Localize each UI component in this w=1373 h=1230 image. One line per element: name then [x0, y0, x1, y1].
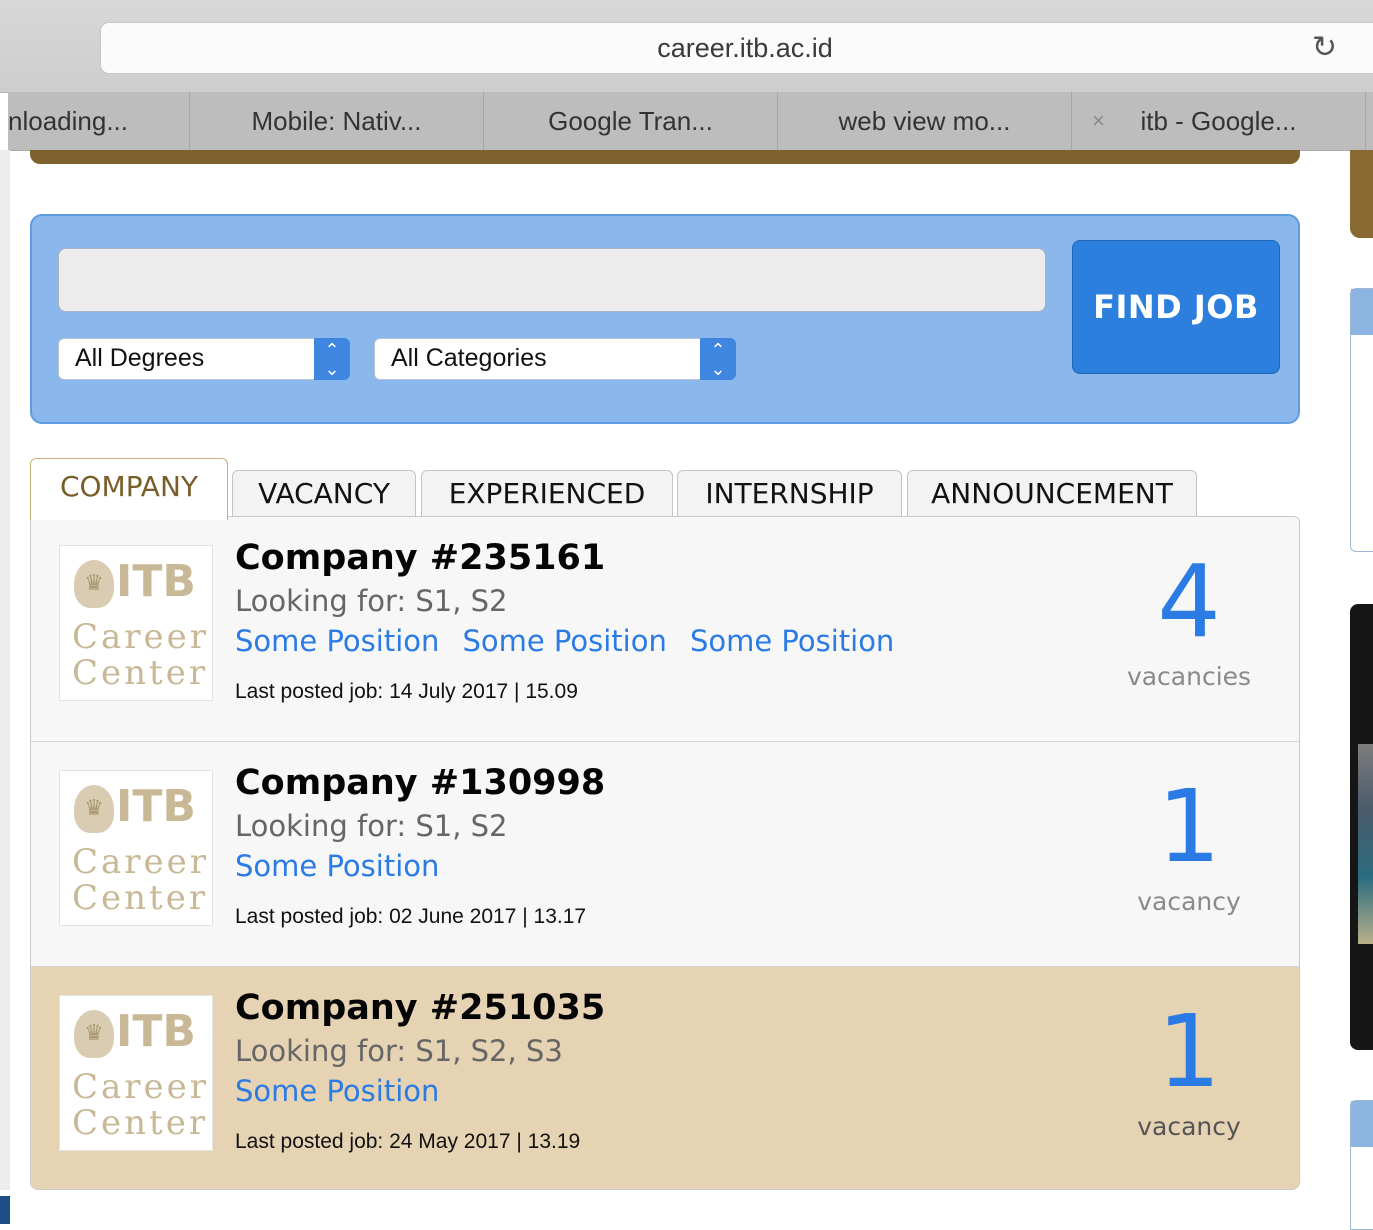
- position-link[interactable]: Some Position: [235, 849, 439, 883]
- looking-for-degrees: Looking for: S1, S2: [235, 584, 508, 618]
- browser-tab-label: itb - Google...: [1140, 106, 1297, 136]
- logo-itb-text: ITB: [116, 781, 196, 832]
- last-posted-date: Last posted job: 14 July 2017 | 15.09: [235, 680, 578, 703]
- browser-toolbar: career.itb.ac.id ↻: [0, 0, 1373, 93]
- logo-career-text: Career: [72, 617, 210, 657]
- company-logo: ♛ ITB Career Center: [59, 545, 213, 701]
- tab-announcement[interactable]: ANNOUNCEMENT: [907, 470, 1197, 520]
- position-link[interactable]: Some Position: [235, 1074, 439, 1108]
- logo-career-text: Career: [72, 1067, 210, 1107]
- position-link[interactable]: Some Position: [235, 624, 439, 658]
- company-row[interactable]: ♛ ITB Career Center Company #235161 Look…: [31, 517, 1299, 742]
- looking-for-degrees: Looking for: S1, S2, S3: [235, 1034, 563, 1068]
- tab-experienced[interactable]: EXPERIENCED: [421, 470, 673, 520]
- position-links: Some Position: [235, 846, 457, 891]
- logo-center-text: Center: [72, 1103, 209, 1143]
- position-link[interactable]: Some Position: [462, 624, 666, 658]
- category-select-value: All Categories: [391, 344, 547, 372]
- browser-tab[interactable]: nloading...: [8, 92, 190, 150]
- position-link[interactable]: Some Position: [690, 624, 894, 658]
- job-search-panel: All Degrees ⌃ ⌄ All Categories ⌃ ⌄ FIND JO…: [30, 214, 1300, 424]
- position-links: Some Position: [235, 1071, 457, 1116]
- search-input[interactable]: [58, 248, 1046, 312]
- logo-career-text: Career: [72, 842, 210, 882]
- tab-vacancy[interactable]: VACANCY: [232, 470, 416, 520]
- looking-for-degrees: Looking for: S1, S2: [235, 809, 508, 843]
- browser-tab-bar: nloading... Mobile: Nativ... Google Tran…: [8, 92, 1373, 151]
- degree-select[interactable]: All Degrees ⌃ ⌄: [58, 338, 350, 380]
- category-select[interactable]: All Categories ⌃ ⌄: [374, 338, 736, 380]
- browser-tab-label: Google Tran...: [548, 106, 713, 136]
- browser-tab-label: Mobile: Nativ...: [251, 106, 422, 136]
- sidebar-box-header: [1351, 289, 1373, 335]
- logo-itb-text: ITB: [116, 556, 196, 607]
- logo-center-text: Center: [72, 653, 209, 693]
- company-logo: ♛ ITB Career Center: [59, 995, 213, 1151]
- itb-emblem-icon: ♛: [74, 785, 114, 833]
- browser-tab-label: web view mo...: [838, 106, 1011, 136]
- reload-icon[interactable]: ↻: [1312, 33, 1337, 63]
- degree-select-value: All Degrees: [75, 344, 205, 372]
- company-row-highlighted[interactable]: ♛ ITB Career Center Company #251035 Look…: [31, 967, 1299, 1189]
- sidebar-gold-bar: [1350, 150, 1373, 238]
- position-links: Some Position Some Position Some Positio…: [235, 621, 912, 666]
- browser-tab-active[interactable]: × itb - Google...: [1072, 92, 1366, 150]
- vacancy-count: 1: [1157, 768, 1221, 885]
- left-page-edge: [0, 150, 10, 1190]
- sidebar-box-header: [1351, 1101, 1373, 1147]
- browser-tab[interactable]: web view mo...: [778, 92, 1072, 150]
- company-name[interactable]: Company #235161: [235, 535, 605, 581]
- sidebar-image: [1358, 744, 1373, 944]
- vacancy-label: vacancies: [1126, 662, 1252, 691]
- itb-emblem-icon: ♛: [74, 1010, 114, 1058]
- close-icon[interactable]: ×: [1092, 92, 1105, 150]
- company-row[interactable]: ♛ ITB Career Center Company #130998 Look…: [31, 742, 1299, 967]
- itb-emblem-icon: ♛: [74, 560, 114, 608]
- vacancy-count: 1: [1157, 993, 1221, 1110]
- select-arrows-icon: ⌃ ⌄: [700, 338, 736, 380]
- url-text: career.itb.ac.id: [657, 33, 833, 63]
- select-arrows-icon: ⌃ ⌄: [314, 338, 350, 380]
- find-job-button[interactable]: FIND JOB: [1072, 240, 1280, 374]
- vacancy-label: vacancy: [1137, 1112, 1241, 1141]
- browser-tab[interactable]: Mobile: Nativ...: [190, 92, 484, 150]
- company-list: ♛ ITB Career Center Company #235161 Look…: [30, 516, 1300, 1190]
- vacancy-count: 4: [1157, 543, 1221, 660]
- sidebar-image-panel[interactable]: [1350, 604, 1373, 1050]
- vacancy-label: vacancy: [1137, 887, 1241, 916]
- browser-tab-label: nloading...: [8, 106, 128, 136]
- address-bar[interactable]: career.itb.ac.id ↻: [100, 22, 1373, 74]
- last-posted-date: Last posted job: 02 June 2017 | 13.17: [235, 905, 587, 928]
- header-gold-bar: [30, 150, 1300, 164]
- left-page-edge-dark: [0, 1196, 10, 1224]
- company-logo: ♛ ITB Career Center: [59, 770, 213, 926]
- last-posted-date: Last posted job: 24 May 2017 | 13.19: [235, 1130, 581, 1153]
- logo-center-text: Center: [72, 878, 209, 918]
- tab-internship[interactable]: INTERNSHIP: [677, 470, 902, 520]
- browser-tab[interactable]: Google Tran...: [484, 92, 778, 150]
- tab-company[interactable]: COMPANY: [30, 458, 228, 520]
- company-name[interactable]: Company #251035: [235, 985, 605, 1031]
- company-name[interactable]: Company #130998: [235, 760, 605, 806]
- logo-itb-text: ITB: [116, 1006, 196, 1057]
